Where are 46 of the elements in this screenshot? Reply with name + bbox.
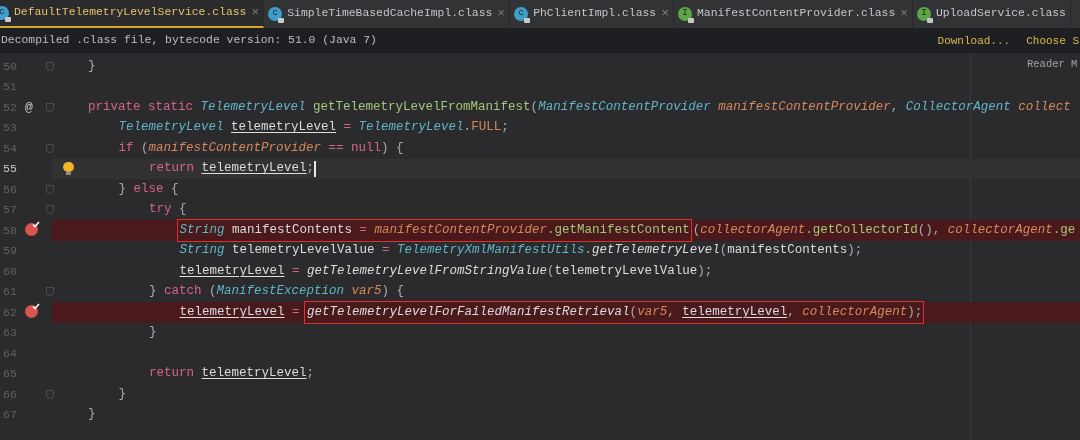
editor-tab[interactable]: c DefaultTelemetryLevelService.class × (0, 0, 265, 28)
line-number: 55 (3, 161, 17, 178)
breakpoint-icon (25, 305, 38, 318)
line-number: 54 (3, 140, 17, 157)
code-line: } (118, 385, 126, 403)
notice-link[interactable]: Choose S (1026, 32, 1079, 50)
code-line: telemetryLevel = getTelemetryLevelFromStringValue(telemetryLevelValue); (179, 262, 713, 280)
line-number: 52 (3, 99, 17, 116)
notice-link[interactable]: Download... (937, 32, 1011, 50)
close-icon[interactable]: × (249, 3, 260, 23)
code-line: } (149, 324, 157, 342)
notice-text: Decompiled .class file, bytecode version: 51.0 (Java 7) (0, 33, 377, 49)
code-line: } (88, 406, 96, 424)
line-number: 58 (3, 222, 17, 239)
editor-tab[interactable]: I UploadService.class (913, 0, 1071, 28)
code-line: try { (149, 201, 187, 219)
code-text: telemetryLevel = (179, 303, 301, 321)
code-line: if (manifestContentProvider == null) { (118, 139, 404, 157)
class-icon: c (514, 7, 529, 21)
line-number: 64 (3, 345, 17, 362)
code-line: } catch (ManifestException var5) { (149, 283, 405, 301)
reader-mode-label[interactable]: Reader M (1027, 57, 1078, 73)
code-line: String telemetryLevelValue = TelemetryXmlManifestUtils.getTelemetryLevel(manifestContents); (179, 242, 863, 260)
interface-icon: I (917, 7, 932, 21)
editor-tab[interactable]: I ManifestContentProvider.class × (674, 0, 914, 28)
line-number: 50 (3, 58, 17, 75)
class-icon: c (0, 6, 9, 20)
code-line: private static TelemetryLevel getTelemetryLevelFromManifest(ManifestContentProvider manifestContentProvider, CollectorAgent collect (88, 98, 1071, 116)
override-mark: @ (25, 98, 33, 117)
line-number: 53 (3, 120, 17, 137)
code-line: TelemetryLevel telemetryLevel = TelemetryLevel.FULL; (118, 119, 509, 137)
code-line: } (88, 57, 96, 75)
code-line: return telemetryLevel; (149, 160, 315, 178)
code-text: (collectorAgent.getCollectorId(), collectorAgent.ge (692, 221, 1076, 239)
highlight-box: String manifestContents = manifestContentProvider.getManifestContent (177, 219, 691, 241)
line-number: 62 (3, 304, 17, 321)
code-line: } else { (118, 180, 179, 198)
highlight-box: getTelemetryLevelForFailedManifestRetrieval(var5, telemetryLevel, collectorAgent); (305, 301, 924, 323)
line-number: 60 (3, 263, 17, 280)
class-icon: c (268, 7, 283, 21)
editor-tab[interactable]: c PhClientImpl.class × (510, 0, 674, 28)
interface-icon: I (678, 7, 692, 21)
editor-tab[interactable]: c SimpleTimeBasedCacheImpl.class × (264, 0, 511, 28)
line-number: 63 (3, 325, 17, 342)
breakpoint-icon (25, 223, 38, 236)
code-line: return telemetryLevel; (149, 365, 315, 383)
